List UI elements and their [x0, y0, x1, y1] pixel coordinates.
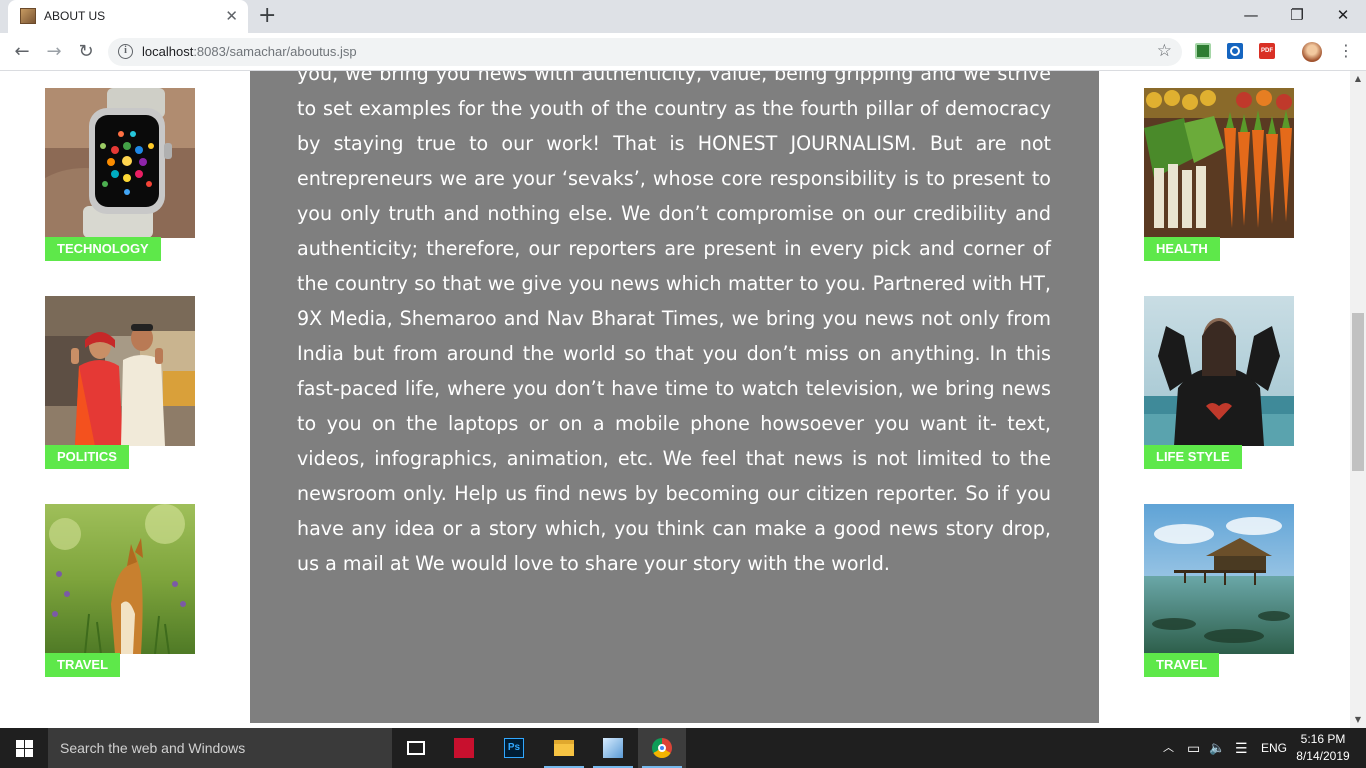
file-explorer-button[interactable] — [540, 728, 588, 768]
smartwatch-image[interactable] — [45, 88, 195, 238]
close-tab-icon[interactable]: ✕ — [225, 6, 238, 26]
adobe-reader-button[interactable] — [440, 728, 488, 768]
taskbar-search-box[interactable]: Search the web and Windows — [48, 728, 392, 768]
chrome-button[interactable] — [638, 728, 686, 768]
about-us-article: you, we bring you news with authenticity… — [250, 71, 1099, 723]
scroll-up-arrow-icon[interactable]: ▲ — [1350, 71, 1366, 87]
site-favicon-icon — [20, 8, 36, 24]
card-travel-right[interactable]: TRAVEL — [1144, 504, 1294, 677]
url-host: localhost — [142, 44, 194, 59]
extension-pdf-icon[interactable]: PDF — [1259, 43, 1275, 59]
windows-logo-icon — [25, 740, 33, 748]
about-us-text: you, we bring you news with authenticity… — [297, 71, 1051, 575]
minimize-window-button[interactable]: — — [1228, 4, 1274, 28]
category-label-politics[interactable]: POLITICS — [45, 445, 129, 469]
vegetables-image[interactable] — [1144, 88, 1294, 238]
browser-tab-about-us[interactable]: ABOUT US ✕ — [8, 0, 248, 33]
action-center-icon[interactable]: ☰ — [1235, 728, 1248, 768]
woman-at-sea-image[interactable] — [1144, 296, 1294, 446]
clock-date: 8/14/2019 — [1296, 749, 1350, 763]
bookmark-star-icon[interactable]: ☆ — [1157, 41, 1172, 61]
card-health[interactable]: HEALTH — [1144, 88, 1294, 261]
windows-logo-icon — [16, 749, 24, 757]
tray-chevron-icon[interactable]: ︿ — [1163, 728, 1174, 768]
close-window-button[interactable]: ✕ — [1320, 4, 1366, 28]
task-view-button[interactable] — [392, 728, 440, 768]
category-label-life-style[interactable]: LIFE STYLE — [1144, 445, 1242, 469]
category-label-technology[interactable]: TECHNOLOGY — [45, 237, 161, 261]
fox-in-meadow-image[interactable] — [45, 504, 195, 654]
3d-box-app-button[interactable] — [589, 728, 637, 768]
tab-title: ABOUT US — [44, 9, 106, 23]
scrollbar-thumb[interactable] — [1352, 313, 1364, 471]
category-label-health[interactable]: HEALTH — [1144, 237, 1220, 261]
couple-voting-image[interactable] — [45, 296, 195, 446]
task-view-icon — [407, 741, 425, 755]
extension-sheet-icon[interactable] — [1195, 43, 1211, 59]
site-info-icon[interactable]: i — [118, 44, 133, 59]
windows-logo-icon — [25, 749, 33, 757]
windows-logo-icon — [16, 740, 24, 748]
card-technology[interactable]: TECHNOLOGY — [45, 88, 195, 261]
photoshop-icon: Ps — [504, 738, 524, 758]
start-button[interactable] — [0, 728, 48, 768]
url-path: :8083/samachar/aboutus.jsp — [193, 44, 357, 59]
chrome-icon-center — [658, 744, 666, 752]
water-hut-image[interactable] — [1144, 504, 1294, 654]
card-politics[interactable]: POLITICS — [45, 296, 195, 469]
category-label-travel[interactable]: TRAVEL — [45, 653, 121, 677]
language-indicator[interactable]: ENG — [1261, 728, 1287, 768]
new-tab-button[interactable]: + — [258, 4, 276, 28]
clock-time: 5:16 PM — [1300, 732, 1346, 746]
browser-toolbar: ← → ↻ i localhost:8083/samachar/aboutus.… — [0, 33, 1366, 71]
restore-window-button[interactable]: ❐ — [1274, 4, 1320, 28]
category-label-travel[interactable]: TRAVEL — [1144, 653, 1220, 677]
tab-strip: ABOUT US ✕ + — ❐ ✕ — [0, 0, 1366, 33]
url-text: localhost:8083/samachar/aboutus.jsp — [142, 44, 357, 59]
windows-taskbar: Search the web and Windows Ps ︿ ▭ 🔈 ☰ EN… — [0, 728, 1366, 768]
adobe-reader-icon — [454, 738, 474, 758]
forward-button[interactable]: → — [40, 39, 68, 65]
scroll-down-arrow-icon[interactable]: ▼ — [1350, 712, 1366, 728]
taskbar-clock[interactable]: 5:16 PM 8/14/2019 — [1296, 731, 1350, 765]
reload-button[interactable]: ↻ — [72, 39, 100, 65]
page-scrollbar[interactable]: ▲ ▼ — [1350, 71, 1366, 728]
card-travel-left[interactable]: TRAVEL — [45, 504, 195, 677]
back-button[interactable]: ← — [8, 39, 36, 65]
card-life-style[interactable]: LIFE STYLE — [1144, 296, 1294, 469]
cube-icon — [603, 738, 623, 758]
volume-icon[interactable]: 🔈 — [1209, 728, 1225, 768]
battery-icon[interactable]: ▭ — [1187, 728, 1200, 768]
browser-menu-icon[interactable]: ⋮ — [1338, 41, 1354, 61]
address-bar[interactable]: i localhost:8083/samachar/aboutus.jsp ☆ — [108, 38, 1182, 66]
profile-avatar[interactable] — [1302, 42, 1322, 62]
folder-icon — [554, 740, 574, 756]
extension-search-icon[interactable] — [1227, 43, 1243, 59]
photoshop-button[interactable]: Ps — [490, 728, 538, 768]
page-viewport: TECHNOLOGY POLITICS TRAVEL you, we bring… — [0, 71, 1350, 728]
